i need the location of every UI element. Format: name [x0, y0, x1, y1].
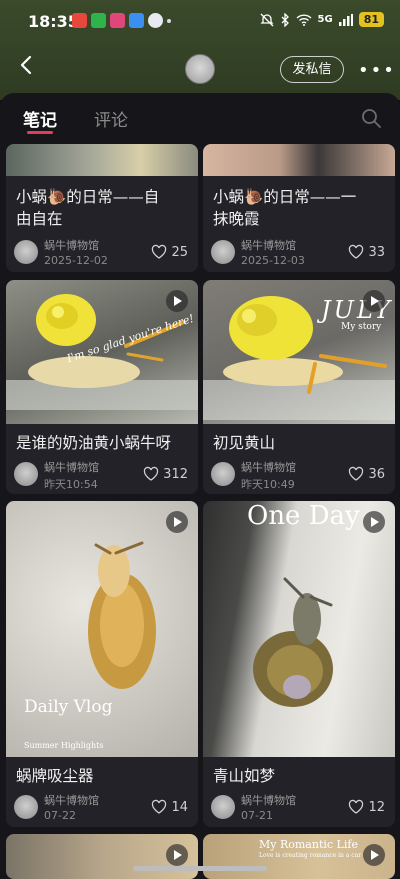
- author-name: 蜗牛博物馆: [44, 239, 99, 252]
- note-title: 小蜗🐌的日常——一 抹晚霞: [213, 188, 357, 228]
- note-cover-image: Daily Vlog Summer Highlights: [6, 501, 198, 757]
- note-card[interactable]: I'm so glad you're here! 是谁的奶油黄小蜗牛呀 蜗牛博物…: [6, 280, 198, 494]
- battery-level: 81: [358, 12, 384, 27]
- author-name: 蜗牛博物馆: [241, 461, 296, 474]
- search-icon[interactable]: [360, 107, 382, 129]
- translate-icon: [129, 13, 144, 28]
- note-card[interactable]: 小蜗🐌的日常——自 由自在 蜗牛博物馆 2025-12-02 25: [6, 144, 198, 272]
- cover-overlay-title: My Romantic Life: [259, 838, 358, 851]
- heart-icon: [349, 466, 364, 481]
- note-card[interactable]: Daily Vlog Summer Highlights 蜗牌吸尘器 蜗牛博物馆…: [6, 501, 198, 827]
- note-cover-image: [203, 144, 395, 176]
- note-date: 2025-12-02: [44, 254, 108, 267]
- tab-comments[interactable]: 评论: [94, 106, 128, 131]
- more-notifications-dot: [167, 19, 171, 23]
- weibo-icon: [72, 13, 87, 28]
- heart-icon: [349, 244, 364, 259]
- active-tab-indicator: [27, 131, 53, 134]
- author-avatar: [211, 240, 235, 264]
- video-play-icon: [166, 511, 188, 533]
- snail-illustration: [253, 577, 333, 707]
- note-date: 2025-12-03: [241, 254, 305, 267]
- bluetooth-icon: [281, 12, 289, 27]
- cover-overlay-title: One Day: [247, 501, 360, 531]
- author-avatar: [14, 462, 38, 486]
- cover-overlay-subtitle: Love is creating romance in a car: [259, 852, 362, 859]
- note-card[interactable]: JULY My story 初见黄山 蜗牛博物馆 昨天10:49 36: [203, 280, 395, 494]
- cover-overlay-subtitle: My story: [341, 322, 382, 332]
- heart-icon: [349, 799, 364, 814]
- status-bar: 18:35 5G 81: [0, 0, 400, 40]
- notification-icons: [72, 13, 163, 28]
- heart-icon: [152, 799, 167, 814]
- author-avatar: [14, 795, 38, 819]
- snail-illustration: [88, 541, 156, 689]
- like-count[interactable]: 312: [143, 466, 188, 482]
- tab-bar: 笔记 评论: [0, 93, 400, 141]
- mute-icon: [259, 13, 274, 26]
- author-name: 蜗牛博物馆: [44, 794, 99, 807]
- note-cover-image: [6, 144, 198, 176]
- note-date: 昨天10:54: [44, 478, 98, 491]
- note-date: 昨天10:49: [241, 478, 295, 491]
- video-play-icon: [166, 290, 188, 312]
- signal-icon: [338, 13, 353, 26]
- author-name: 蜗牛博物馆: [44, 461, 99, 474]
- wifi-icon: [296, 13, 312, 26]
- cover-overlay-title: Daily Vlog: [24, 697, 113, 717]
- note-title: 青山如梦: [213, 767, 276, 785]
- network-type: 5G: [317, 14, 333, 25]
- like-count[interactable]: 25: [151, 244, 188, 260]
- send-message-button[interactable]: 发私信: [280, 56, 344, 83]
- author-name: 蜗牛博物馆: [241, 794, 296, 807]
- note-card[interactable]: My Romantic Life Love is creating romanc…: [203, 834, 395, 879]
- note-date: 07-22: [44, 809, 76, 822]
- video-play-icon: [166, 844, 188, 866]
- note-cover-image: JULY My story: [203, 280, 395, 424]
- like-count[interactable]: 12: [348, 799, 385, 815]
- note-cover-image: My Romantic Life Love is creating romanc…: [203, 834, 395, 879]
- note-cover-image: One Day: [203, 501, 395, 757]
- author-name: 蜗牛博物馆: [241, 239, 296, 252]
- app-icon: [110, 13, 125, 28]
- tab-notes[interactable]: 笔记: [23, 106, 57, 131]
- note-card[interactable]: [6, 834, 198, 879]
- like-count[interactable]: 33: [348, 244, 385, 260]
- like-count[interactable]: 36: [348, 466, 385, 482]
- note-card[interactable]: 小蜗🐌的日常——一 抹晚霞 蜗牛博物馆 2025-12-03 33: [203, 144, 395, 272]
- like-count[interactable]: 14: [151, 799, 188, 815]
- author-avatar: [14, 240, 38, 264]
- note-title: 蜗牌吸尘器: [16, 767, 94, 785]
- note-cover-image: I'm so glad you're here!: [6, 280, 198, 424]
- author-avatar: [211, 462, 235, 486]
- system-icons: 5G 81: [259, 12, 384, 27]
- alipay-icon: [148, 13, 163, 28]
- home-indicator[interactable]: [133, 866, 267, 871]
- video-play-icon: [363, 290, 385, 312]
- back-icon[interactable]: [16, 54, 38, 76]
- heart-icon: [143, 466, 159, 481]
- heart-icon: [152, 244, 167, 259]
- note-cover-image: [6, 834, 198, 879]
- douban-icon: [91, 13, 106, 28]
- note-title: 小蜗🐌的日常——自 由自在: [16, 188, 160, 228]
- profile-avatar[interactable]: [185, 54, 215, 84]
- note-title: 初见黄山: [213, 434, 276, 452]
- cover-overlay-subtitle: Summer Highlights: [24, 741, 104, 750]
- video-play-icon: [363, 511, 385, 533]
- note-card[interactable]: One Day 青山如梦 蜗牛博物馆 07-21 12: [203, 501, 395, 827]
- more-options-icon[interactable]: •••: [358, 60, 396, 81]
- note-date: 07-21: [241, 809, 273, 822]
- author-avatar: [211, 795, 235, 819]
- note-title: 是谁的奶油黄小蜗牛呀: [16, 434, 172, 452]
- video-play-icon: [363, 844, 385, 866]
